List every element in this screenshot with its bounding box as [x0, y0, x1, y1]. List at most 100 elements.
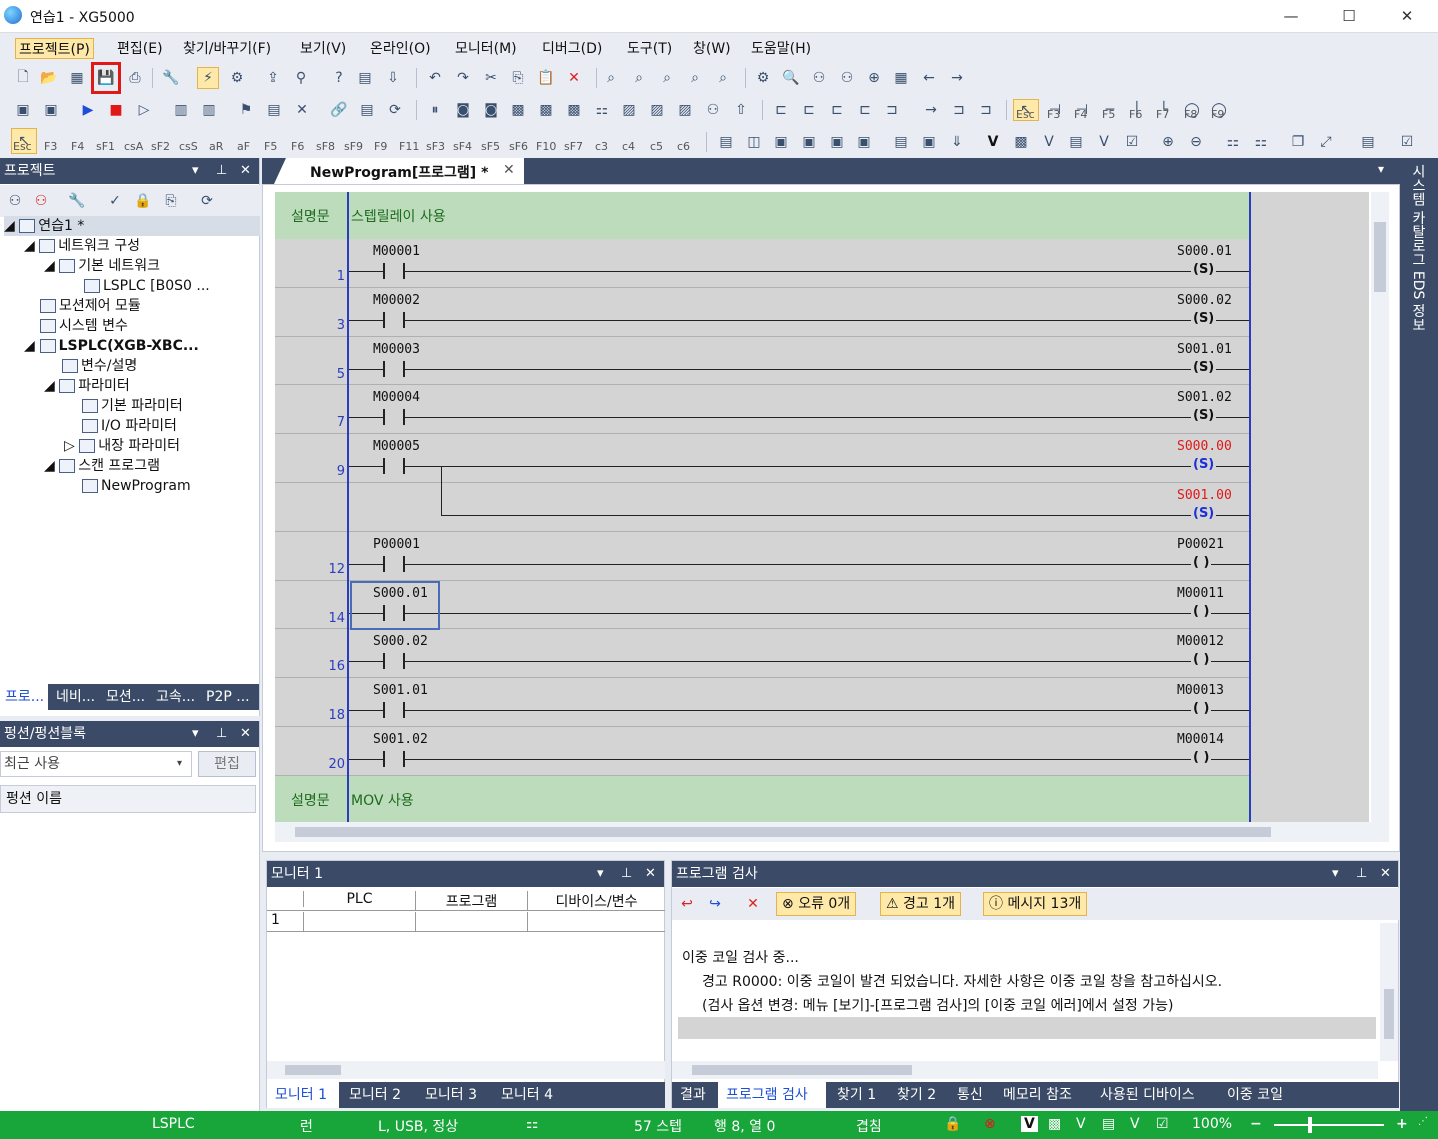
open-project-icon[interactable]: ▦	[66, 67, 88, 89]
find-icon[interactable]: ⌕	[600, 67, 622, 89]
menu-online[interactable]: 온라인(O)	[367, 38, 434, 59]
tab-find-1[interactable]: 찾기 1	[837, 1082, 876, 1108]
label-edit-icon[interactable]: ⊐	[975, 99, 997, 121]
monitor-pin-icon[interactable]: ⊥	[621, 861, 632, 887]
view-check-icon[interactable]: ▣	[798, 131, 820, 153]
tree-item-basic-network[interactable]: ◢ 기본 네트워크	[44, 256, 160, 276]
find-device-icon[interactable]: ⌕	[656, 67, 678, 89]
window-tile-icon[interactable]: ❐	[1287, 131, 1309, 153]
monitor-hscroll-thumb[interactable]	[285, 1065, 341, 1075]
zoom-out-icon[interactable]: ⊖	[1185, 131, 1207, 153]
check-vscroll[interactable]	[1380, 923, 1398, 1061]
right-dock-labels[interactable]: 시스템 카탈로그 EDS 정보	[1408, 164, 1428, 332]
check-box-icon[interactable]: ☑	[1396, 131, 1418, 153]
undo-icon[interactable]: ↶	[424, 67, 446, 89]
network-hide-icon[interactable]: ⚏	[1250, 131, 1272, 153]
paste-icon[interactable]: 📋	[535, 67, 557, 89]
function-dropdown-icon[interactable]: ▾	[192, 721, 199, 747]
tab-comm[interactable]: 통신	[957, 1082, 983, 1108]
project-property-icon[interactable]: 🔧	[66, 190, 88, 212]
online-edit-icon[interactable]: ⚑	[235, 99, 257, 121]
view-coil-icon[interactable]: ▣	[826, 131, 848, 153]
connect-icon[interactable]: ⚡	[197, 67, 219, 89]
users-icon[interactable]: ⚇	[702, 99, 724, 121]
output-coil[interactable]: ( )	[1191, 652, 1212, 668]
no-contact[interactable]	[383, 458, 405, 475]
project-refresh-icon[interactable]: ⟳	[196, 190, 218, 212]
save-icon[interactable]: 💾	[91, 62, 121, 94]
menu-project[interactable]: 프로젝트(P)	[15, 38, 94, 59]
help-icon[interactable]: ?	[328, 67, 350, 89]
fullscreen-icon[interactable]: ⤢	[1315, 131, 1337, 153]
step-icon[interactable]: ▷	[133, 99, 155, 121]
copy-icon[interactable]: ⎘	[507, 67, 529, 89]
cpu-icon[interactable]: ▩	[507, 99, 529, 121]
var-check-icon[interactable]: ☑	[1121, 131, 1143, 153]
edit-button[interactable]: 편집	[198, 751, 256, 777]
forward-arrow-icon[interactable]: →	[946, 67, 968, 89]
tab-motion[interactable]: 모션...	[106, 684, 145, 710]
list-icon[interactable]: ▨	[674, 99, 696, 121]
var-table-icon[interactable]: ▤	[1065, 131, 1087, 153]
cursor-cell[interactable]	[350, 581, 440, 630]
tab-result[interactable]: 결과	[680, 1082, 706, 1108]
project-copy-icon[interactable]: ⎘	[160, 190, 182, 212]
monitor-hscroll[interactable]	[267, 1061, 665, 1079]
tree-expand-icon[interactable]: ◢	[24, 238, 39, 254]
export-icon[interactable]: ⇧	[730, 99, 752, 121]
vertical-scrollbar[interactable]	[1371, 192, 1389, 822]
tab-p2p[interactable]: P2P ...	[206, 684, 250, 710]
run-play-icon[interactable]: ▶	[77, 99, 99, 121]
output-coil[interactable]: ( )	[1191, 750, 1212, 765]
no-contact[interactable]	[383, 653, 405, 670]
comment-rung-1[interactable]: 설명문 스텝릴레이 사용	[275, 192, 1251, 239]
tree-item-lsplc-node[interactable]: LSPLC [B0S0 ...	[84, 276, 210, 296]
tree-collapse-icon[interactable]: ▷	[64, 438, 79, 454]
project-add-icon[interactable]: ⚇	[4, 190, 26, 212]
editor-tab[interactable]: NewProgram[프로그램] * ✕	[274, 158, 524, 184]
monitor-stop-icon[interactable]: ◙	[480, 99, 502, 121]
zoom-slider-thumb[interactable]	[1308, 1117, 1312, 1133]
panel-dropdown-icon[interactable]: ▾	[192, 158, 199, 184]
panel-close-icon[interactable]: ✕	[240, 158, 251, 184]
next-result-icon[interactable]: ↪	[704, 893, 726, 915]
menu-monitor[interactable]: 모니터(M)	[452, 38, 520, 59]
zoom-slider-track[interactable]	[1274, 1124, 1384, 1126]
comment-icon[interactable]: ▤	[1357, 131, 1379, 153]
tab-memory-ref[interactable]: 메모리 참조	[1003, 1082, 1072, 1108]
menu-help[interactable]: 도움말(H)	[748, 38, 814, 59]
column-insert-icon[interactable]: ⊏	[826, 99, 848, 121]
set-coil[interactable]: (S)	[1191, 359, 1217, 375]
new-file-icon[interactable]: 🗋	[12, 67, 34, 89]
tab-monitor-3[interactable]: 모니터 3	[425, 1082, 477, 1108]
error-filter-button[interactable]: ⊗ 오류 0개	[776, 892, 857, 916]
gear-icon[interactable]: ⚙	[752, 67, 774, 89]
link-status-icon[interactable]: V	[1130, 1116, 1140, 1132]
view-wide-icon[interactable]: ▣	[853, 131, 875, 153]
no-contact[interactable]	[383, 702, 405, 719]
panel-pin-icon[interactable]: ⊥	[216, 158, 227, 184]
prev-result-icon[interactable]: ↩	[676, 893, 698, 915]
recent-select[interactable]: 최근 사용 ▾	[0, 751, 192, 777]
column-delete-icon[interactable]: ⊏	[854, 99, 876, 121]
tree-item-network[interactable]: ◢ 네트워크 구성	[24, 236, 140, 256]
zoom-plus-button[interactable]: +	[1396, 1116, 1408, 1132]
tab-monitor-2[interactable]: 모니터 2	[349, 1082, 401, 1108]
tab-highspeed[interactable]: 고속...	[156, 684, 195, 710]
check-vscroll-thumb[interactable]	[1384, 989, 1394, 1039]
cut-icon[interactable]: ✂	[480, 67, 502, 89]
check-dropdown-icon[interactable]: ▾	[1332, 861, 1339, 887]
comment-rung-2[interactable]: 설명문 MOV 사용	[275, 776, 1251, 822]
settings-connect-icon[interactable]: ⚙	[226, 67, 248, 89]
chip-status-icon[interactable]: ▩	[1048, 1116, 1061, 1132]
set-coil[interactable]: (S)	[1191, 457, 1217, 473]
grid-icon[interactable]: ▦	[890, 67, 912, 89]
project-check-icon[interactable]: ✓	[104, 190, 126, 212]
view-list-icon[interactable]: ▤	[715, 131, 737, 153]
online-cancel-icon[interactable]: ✕	[291, 99, 313, 121]
no-contact[interactable]	[383, 409, 405, 426]
network-view-icon[interactable]: ⚏	[1222, 131, 1244, 153]
set-coil[interactable]: (S)	[1191, 262, 1217, 277]
tab-navigation[interactable]: 네비...	[56, 684, 95, 710]
output-coil[interactable]: ( )	[1191, 603, 1212, 619]
